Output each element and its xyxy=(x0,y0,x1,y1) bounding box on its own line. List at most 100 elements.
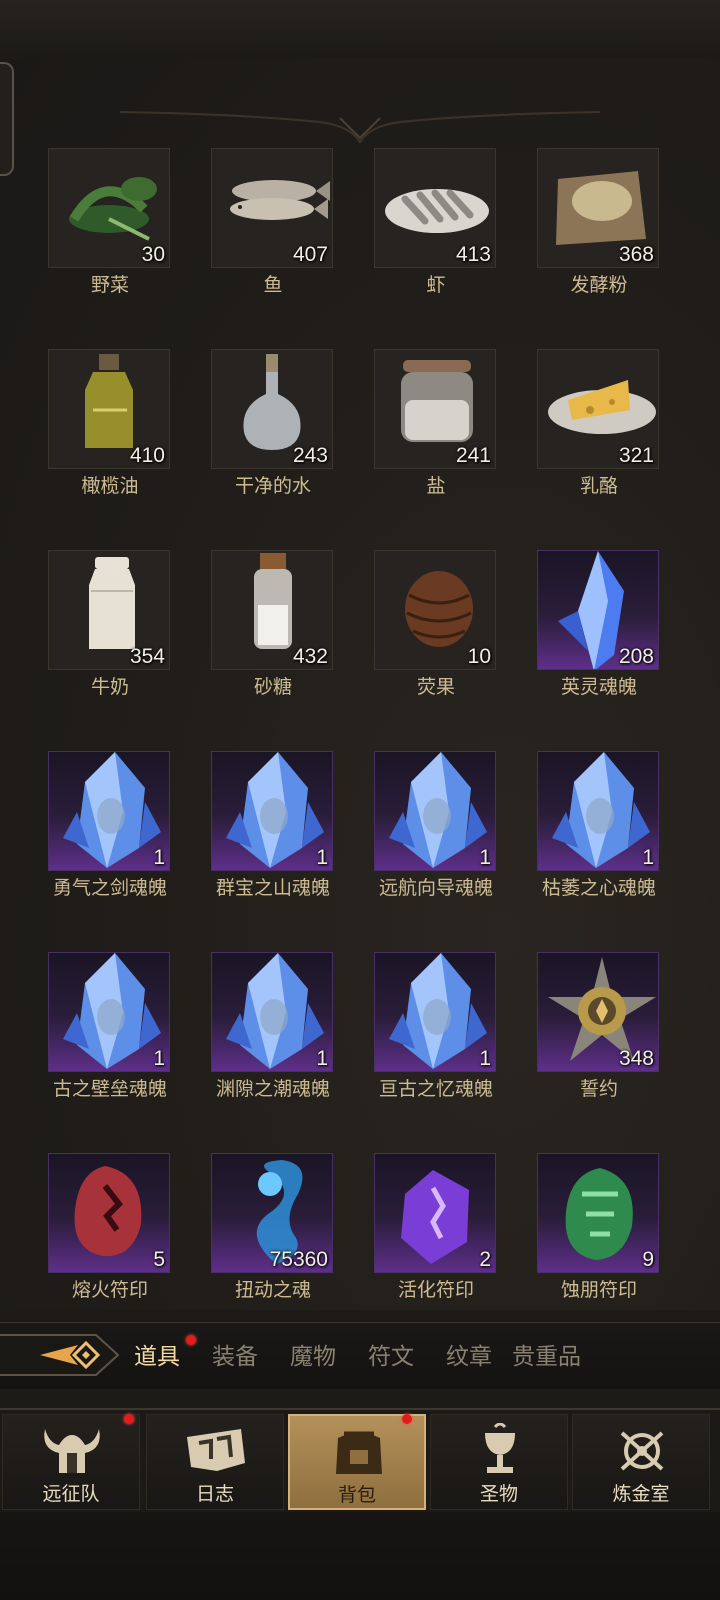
item-name: 枯萎之心魂魄 xyxy=(541,877,656,899)
item-slot[interactable]: 1 xyxy=(537,751,659,871)
tab-items-badge xyxy=(186,1335,196,1345)
item-slot[interactable]: 1 xyxy=(374,952,496,1072)
inventory-grid: 30 野菜 407 鱼 413 虾 368 发酵粉 410 橄榄油 243 干净的水 241 盐 321 乳酪… xyxy=(0,148,720,1314)
item-name: 活化符印 xyxy=(397,1279,474,1301)
nav-backpack-badge xyxy=(402,1414,412,1424)
inventory-item[interactable]: 1 古之壁垒魂魄 xyxy=(48,952,172,1112)
item-name: 虾 xyxy=(426,274,446,296)
category-tab-bar: 道具 装备 魔物 符文 纹章 贵重品 xyxy=(0,1322,720,1389)
nav-backpack[interactable]: 背包 xyxy=(288,1414,426,1510)
nav-backpack-label: 背包 xyxy=(337,1484,376,1506)
inventory-item[interactable]: 9 蚀朋符印 xyxy=(537,1153,661,1313)
item-name: 砂糖 xyxy=(253,676,292,698)
item-name: 橄榄油 xyxy=(81,475,139,497)
item-slot[interactable]: 407 xyxy=(211,148,333,268)
inventory-item[interactable]: 1 群宝之山魂魄 xyxy=(211,751,335,911)
item-name: 蚀朋符印 xyxy=(560,1279,637,1301)
item-count: 2 xyxy=(479,1248,491,1271)
inventory-item[interactable]: 208 英灵魂魄 xyxy=(537,550,661,710)
tab-runes[interactable]: 符文 xyxy=(368,1337,414,1371)
item-slot[interactable]: 368 xyxy=(537,148,659,268)
inventory-item[interactable]: 348 誓约 xyxy=(537,952,661,1112)
item-slot[interactable]: 1 xyxy=(48,751,170,871)
item-slot[interactable]: 208 xyxy=(537,550,659,670)
item-slot[interactable]: 1 xyxy=(48,952,170,1072)
item-slot[interactable]: 243 xyxy=(211,349,333,469)
bottom-navigation: 远征队 日志 背包 圣物 炼金室 xyxy=(0,1408,720,1514)
inventory-item[interactable]: 1 勇气之剑魂魄 xyxy=(48,751,172,911)
nav-relics[interactable]: 圣物 xyxy=(430,1414,568,1510)
item-slot[interactable]: 2 xyxy=(374,1153,496,1273)
item-slot[interactable]: 9 xyxy=(537,1153,659,1273)
inventory-item[interactable]: 30 野菜 xyxy=(48,148,172,308)
inventory-item[interactable]: 354 牛奶 xyxy=(48,550,172,710)
inventory-item[interactable]: 10 荧果 xyxy=(374,550,498,710)
item-slot[interactable]: 354 xyxy=(48,550,170,670)
item-slot[interactable]: 432 xyxy=(211,550,333,670)
item-count: 1 xyxy=(316,846,328,869)
red-rune-stone-icon xyxy=(74,1166,142,1257)
inventory-item[interactable]: 432 砂糖 xyxy=(211,550,335,710)
inventory-item[interactable]: 75360 扭动之魂 xyxy=(211,1153,335,1313)
inventory-item[interactable]: 368 发酵粉 xyxy=(537,148,661,308)
item-count: 75360 xyxy=(269,1248,328,1271)
item-slot[interactable]: 321 xyxy=(537,349,659,469)
inventory-item[interactable]: 1 枯萎之心魂魄 xyxy=(537,751,661,911)
nav-alchemy[interactable]: 炼金室 xyxy=(572,1414,710,1510)
soul-crystal-icon xyxy=(552,752,650,868)
inventory-item[interactable]: 243 干净的水 xyxy=(211,349,335,509)
item-slot[interactable]: 413 xyxy=(374,148,496,268)
scroll-banner-icon xyxy=(187,1429,245,1471)
item-count: 413 xyxy=(455,243,491,266)
item-count: 30 xyxy=(141,243,165,266)
nav-journal[interactable]: 日志 xyxy=(146,1414,284,1510)
item-count: 321 xyxy=(618,444,654,467)
tab-valuables[interactable]: 贵重品 xyxy=(512,1337,581,1371)
item-name: 野菜 xyxy=(90,274,129,296)
inventory-item[interactable]: 1 渊隙之潮魂魄 xyxy=(211,952,335,1112)
inventory-item[interactable]: 241 盐 xyxy=(374,349,498,509)
item-name: 荧果 xyxy=(416,676,455,698)
item-slot[interactable]: 348 xyxy=(537,952,659,1072)
inventory-item[interactable]: 321 乳酪 xyxy=(537,349,661,509)
item-slot[interactable]: 75360 xyxy=(211,1153,333,1273)
item-slot[interactable]: 30 xyxy=(48,148,170,268)
nav-alchemy-label: 炼金室 xyxy=(612,1483,670,1505)
item-slot[interactable]: 5 xyxy=(48,1153,170,1273)
item-name: 群宝之山魂魄 xyxy=(215,877,330,899)
tab-crests[interactable]: 纹章 xyxy=(446,1337,492,1371)
item-slot[interactable]: 410 xyxy=(48,349,170,469)
item-slot[interactable]: 10 xyxy=(374,550,496,670)
item-count: 1 xyxy=(479,846,491,869)
item-count: 9 xyxy=(642,1248,654,1271)
item-slot[interactable]: 1 xyxy=(211,952,333,1072)
nav-relics-label: 圣物 xyxy=(479,1483,518,1505)
nav-expedition[interactable]: 远征队 xyxy=(2,1414,140,1510)
nav-journal-label: 日志 xyxy=(195,1483,234,1505)
category-emblem-icon xyxy=(0,1334,120,1376)
horned-helmet-icon xyxy=(44,1429,100,1473)
inventory-item[interactable]: 410 橄榄油 xyxy=(48,349,172,509)
item-slot[interactable]: 1 xyxy=(211,751,333,871)
inventory-item[interactable]: 407 鱼 xyxy=(211,148,335,308)
tab-items[interactable]: 道具 xyxy=(134,1337,180,1371)
item-name: 远航向导魂魄 xyxy=(378,877,493,899)
backpack-icon xyxy=(336,1431,382,1474)
item-count: 1 xyxy=(316,1047,328,1070)
inventory-item[interactable]: 1 远航向导魂魄 xyxy=(374,751,498,911)
item-name: 熔火符印 xyxy=(71,1279,148,1301)
inventory-item[interactable]: 5 熔火符印 xyxy=(48,1153,172,1313)
inventory-item[interactable]: 2 活化符印 xyxy=(374,1153,498,1313)
inventory-item[interactable]: 1 亘古之忆魂魄 xyxy=(374,952,498,1112)
item-slot[interactable]: 241 xyxy=(374,349,496,469)
item-slot[interactable]: 1 xyxy=(374,751,496,871)
footer-band xyxy=(0,1512,720,1600)
item-name: 渊隙之潮魂魄 xyxy=(215,1078,330,1100)
item-count: 5 xyxy=(153,1248,165,1271)
inventory-item[interactable]: 413 虾 xyxy=(374,148,498,308)
item-count: 407 xyxy=(292,243,328,266)
soul-crystal-icon xyxy=(226,752,324,868)
tab-monsters[interactable]: 魔物 xyxy=(290,1337,336,1371)
tab-equipment[interactable]: 装备 xyxy=(212,1337,258,1371)
item-count: 243 xyxy=(292,444,328,467)
